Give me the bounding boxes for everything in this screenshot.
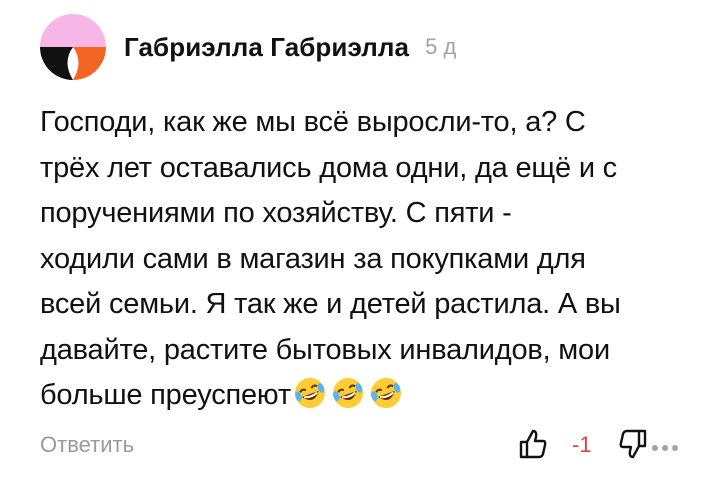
comment-actions: Ответить -1 — [40, 428, 680, 464]
comment-card: Габриэлла Габриэлла 5 д Господи, как же … — [0, 0, 720, 493]
comment-age: 5 д — [425, 34, 457, 59]
avatar-image — [40, 14, 106, 80]
comment-line: давайте, растите бытовых инвалидов, мои — [40, 333, 610, 366]
comment-header: Габриэлла Габриэлла 5 д — [40, 14, 456, 80]
avatar[interactable] — [40, 14, 106, 80]
rolling-on-floor-laughing-emoji — [330, 376, 366, 410]
comment-line: больше преуспеют — [40, 379, 291, 411]
emoji-group — [292, 376, 404, 410]
reply-button[interactable]: Ответить — [40, 432, 134, 458]
rolling-on-floor-laughing-emoji — [292, 376, 328, 410]
more-dots-icon[interactable] — [650, 440, 680, 458]
thumbs-up-icon[interactable] — [518, 428, 548, 465]
rolling-on-floor-laughing-emoji — [368, 376, 404, 410]
comment-line: ходили сами в магазин за покупками для — [40, 242, 586, 275]
comment-text: Господи, как же мы всё выросли-то, а? С … — [40, 100, 690, 419]
rating-score: -1 — [572, 432, 592, 457]
comment-line: Господи, как же мы всё выросли-то, а? С — [40, 106, 586, 138]
thumbs-down-icon[interactable] — [618, 428, 648, 465]
comment-line: поручениями по хозяйству. С пяти - — [40, 197, 512, 229]
comment-line: трёх лет оставались дома одни, да ещё и … — [40, 151, 617, 184]
author-name[interactable]: Габриэлла Габриэлла — [124, 32, 409, 63]
comment-last-line: больше преуспеют — [40, 373, 690, 419]
comment-line: всей семьи. Я так же и детей растила. А … — [40, 288, 621, 320]
